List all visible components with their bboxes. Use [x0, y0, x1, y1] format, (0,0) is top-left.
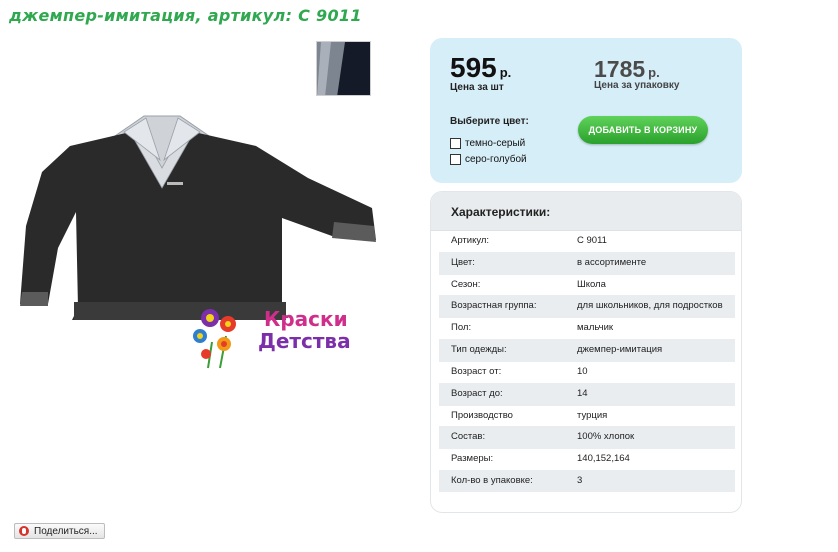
table-row: Артикул: С 9011	[439, 231, 735, 253]
thumbnail-image	[317, 42, 370, 95]
table-row: Размеры: 140,152,164	[439, 448, 735, 471]
specs-panel: Характеристики: Артикул: С 9011 Цвет: в ас…	[430, 191, 742, 513]
brand-logo: Краски Детства	[186, 298, 376, 370]
unit-price-currency: р.	[499, 65, 512, 80]
specs-heading: Характеристики:	[431, 192, 741, 231]
spec-value: 10	[565, 361, 735, 384]
unit-price-value: 595	[450, 52, 497, 83]
spec-key: Пол:	[439, 317, 565, 341]
spec-value: для школьников, для подростков	[565, 295, 735, 319]
spec-key: Возрастная группа:	[439, 295, 565, 319]
page-title: джемпер-имитация, артикул: С 9011	[9, 6, 362, 25]
spec-key: Сезон:	[439, 274, 565, 297]
table-row: Состав: 100% хлопок	[439, 426, 735, 450]
unit-price: 595 р.	[450, 52, 511, 84]
spec-key: Артикул:	[439, 231, 565, 253]
color-option-label: темно-серый	[465, 138, 526, 149]
color-heading: Выберите цвет:	[450, 116, 529, 127]
table-row: Возрастная группа: для школьников, для по…	[439, 295, 735, 319]
color-checkbox[interactable]	[450, 138, 461, 149]
table-row: Пол: мальчик	[439, 317, 735, 341]
spec-key: Кол-во в упаковке:	[439, 470, 565, 492]
table-row: Цвет: в ассортименте	[439, 252, 735, 275]
table-row: Возраст от: 10	[439, 361, 735, 384]
pack-price: 1785 р.	[594, 56, 660, 83]
spec-value: джемпер-имитация	[565, 339, 735, 362]
share-label: Поделиться...	[34, 525, 98, 537]
spec-value: С 9011	[565, 231, 735, 253]
spec-key: Размеры:	[439, 448, 565, 471]
unit-price-label: Цена за шт	[450, 82, 504, 93]
pack-price-label: Цена за упаковку	[594, 80, 680, 91]
table-row: Возраст до: 14	[439, 383, 735, 406]
spec-key: Возраст до:	[439, 383, 565, 406]
brand-line1: Краски	[264, 307, 348, 331]
spec-value: турция	[565, 405, 735, 428]
spec-value: 100% хлопок	[565, 426, 735, 450]
spec-value: Школа	[565, 274, 735, 297]
add-to-cart-button[interactable]: ДОБАВИТЬ В КОРЗИНУ	[578, 116, 708, 144]
spec-value: мальчик	[565, 317, 735, 341]
spec-value: в ассортименте	[565, 252, 735, 275]
table-row: Кол-во в упаковке: 3	[439, 470, 735, 492]
spec-key: Состав:	[439, 426, 565, 450]
product-thumbnail[interactable]	[316, 41, 371, 96]
spec-key: Производство	[439, 405, 565, 428]
color-option-label: серо-голубой	[465, 154, 527, 165]
table-row: Сезон: Школа	[439, 274, 735, 297]
spec-value: 14	[565, 383, 735, 406]
table-row: Тип одежды: джемпер-имитация	[439, 339, 735, 362]
share-icon	[19, 526, 29, 536]
price-panel: 595 р. Цена за шт 1785 р. Цена за упаковку…	[430, 38, 742, 183]
color-option-gray-blue[interactable]: серо-голубой	[450, 154, 527, 165]
spec-key: Цвет:	[439, 252, 565, 275]
spec-value: 3	[565, 470, 735, 492]
specs-table: Артикул: С 9011 Цвет: в ассортименте Сезон…	[439, 231, 735, 492]
spec-key: Возраст от:	[439, 361, 565, 384]
spec-key: Тип одежды:	[439, 339, 565, 362]
brand-line2: Детства	[258, 329, 351, 353]
pack-price-currency: р.	[648, 65, 660, 80]
color-option-dark-gray[interactable]: темно-серый	[450, 138, 525, 149]
color-checkbox[interactable]	[450, 154, 461, 165]
pack-price-value: 1785	[594, 56, 646, 82]
share-button[interactable]: Поделиться...	[14, 523, 105, 539]
table-row: Производство турция	[439, 405, 735, 428]
spec-value: 140,152,164	[565, 448, 735, 471]
